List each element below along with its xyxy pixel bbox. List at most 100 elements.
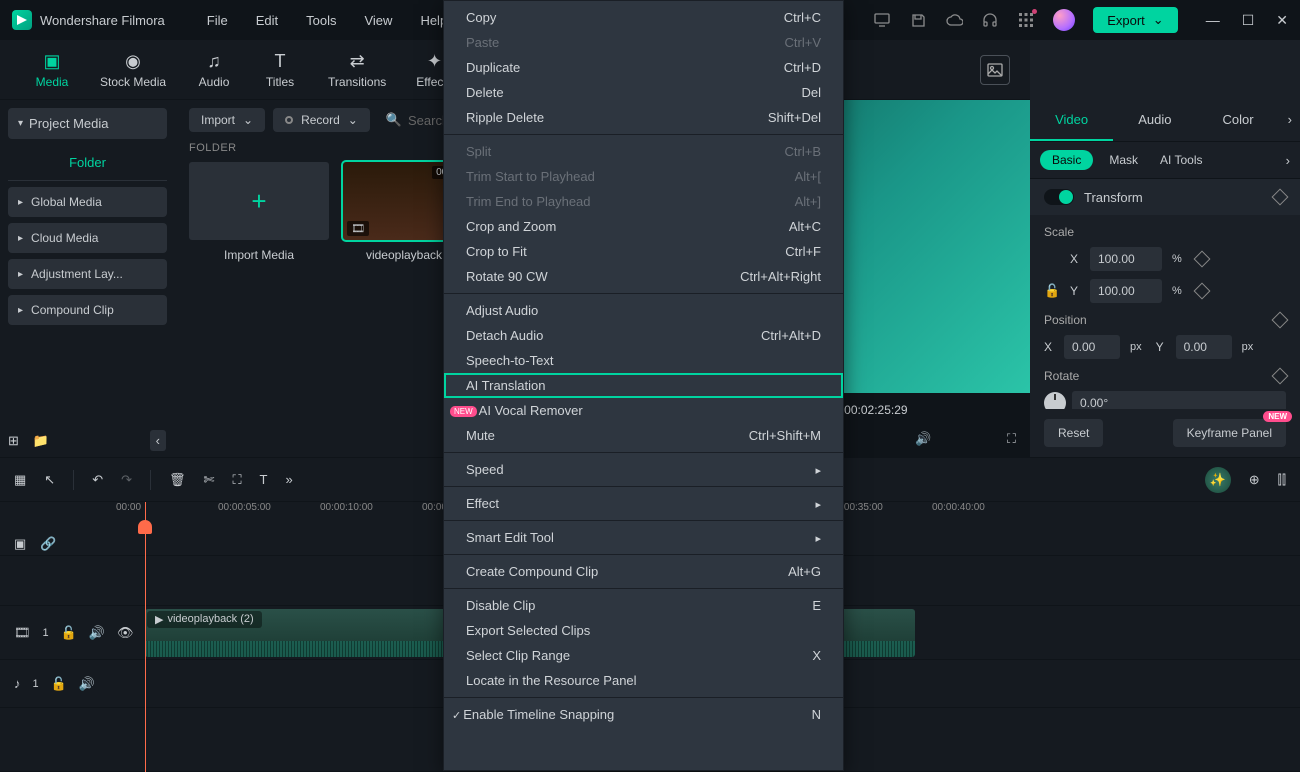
crop-icon[interactable]: ⛶ bbox=[232, 472, 241, 488]
device-icon[interactable] bbox=[873, 11, 891, 29]
ctx-create-compound-clip[interactable]: Create Compound ClipAlt+G bbox=[444, 559, 843, 584]
keyframe-icon[interactable] bbox=[1193, 251, 1210, 268]
ctx-ai-vocal-remover[interactable]: NEWAI Vocal Remover bbox=[444, 398, 843, 423]
ctx-effect[interactable]: Effect bbox=[444, 491, 843, 516]
ctx-detach-audio[interactable]: Detach AudioCtrl+Alt+D bbox=[444, 323, 843, 348]
ctx-enable-timeline-snapping[interactable]: Enable Timeline SnappingN bbox=[444, 702, 843, 727]
cursor-icon[interactable]: ↖ bbox=[44, 472, 55, 488]
ctx-duplicate[interactable]: DuplicateCtrl+D bbox=[444, 55, 843, 80]
link-icon[interactable]: 🔗 bbox=[40, 536, 56, 552]
mute-icon[interactable]: 🔊 bbox=[79, 676, 95, 692]
tab-audio[interactable]: ♫Audio bbox=[182, 45, 246, 95]
record-dropdown[interactable]: Record⌄ bbox=[273, 108, 370, 132]
scale-y-input[interactable] bbox=[1090, 279, 1162, 303]
keyframe-icon[interactable] bbox=[1272, 368, 1289, 385]
ctx-crop-and-zoom[interactable]: Crop and ZoomAlt+C bbox=[444, 214, 843, 239]
track-settings-icon[interactable]: ⫿⫿ bbox=[1278, 472, 1286, 488]
props-tab-audio[interactable]: Audio bbox=[1113, 100, 1196, 141]
folder-open-icon[interactable]: 📁 bbox=[33, 433, 49, 449]
ai-button[interactable]: ✨ bbox=[1205, 467, 1231, 493]
ctx-ai-translation[interactable]: AI Translation bbox=[444, 373, 843, 398]
add-folder-icon[interactable]: ⊞ bbox=[8, 433, 19, 449]
subtab-basic[interactable]: Basic bbox=[1040, 150, 1093, 170]
scale-x-input[interactable] bbox=[1090, 247, 1162, 271]
props-tab-video[interactable]: Video bbox=[1030, 100, 1113, 141]
menu-view[interactable]: View bbox=[350, 13, 406, 28]
keyframe-icon[interactable] bbox=[1193, 283, 1210, 300]
chevron-right-icon[interactable]: › bbox=[1280, 100, 1300, 141]
props-tab-color[interactable]: Color bbox=[1196, 100, 1279, 141]
keyframe-panel-button[interactable]: Keyframe Panel NEW bbox=[1173, 419, 1286, 447]
reset-button[interactable]: Reset bbox=[1044, 419, 1103, 447]
track-group-icon[interactable]: ▣ bbox=[14, 536, 26, 552]
apps-icon[interactable] bbox=[1017, 11, 1035, 29]
delete-icon[interactable]: 🗑 bbox=[169, 472, 186, 488]
import-media-tile[interactable]: + Import Media bbox=[189, 162, 329, 262]
ctx-select-clip-range[interactable]: Select Clip RangeX bbox=[444, 643, 843, 668]
folder-label[interactable]: Folder bbox=[8, 145, 167, 181]
headphones-icon[interactable] bbox=[981, 11, 999, 29]
mute-icon[interactable]: 🔊 bbox=[89, 625, 105, 641]
save-icon[interactable] bbox=[909, 11, 927, 29]
menu-edit[interactable]: Edit bbox=[242, 13, 292, 28]
tab-titles[interactable]: TTitles bbox=[248, 45, 312, 95]
keyframe-icon[interactable] bbox=[1272, 312, 1289, 329]
volume-icon[interactable]: 🔊 bbox=[915, 431, 931, 447]
grid-icon[interactable]: ▦ bbox=[14, 472, 26, 488]
cloud-icon[interactable] bbox=[945, 11, 963, 29]
ctx-mute[interactable]: MuteCtrl+Shift+M bbox=[444, 423, 843, 448]
sidebar-item-adjustment-layer[interactable]: ▸Adjustment Lay... bbox=[8, 259, 167, 289]
new-badge: NEW bbox=[1263, 411, 1292, 422]
text-icon[interactable]: T bbox=[260, 472, 268, 487]
properties-panel: Video Audio Color › Basic Mask AI Tools … bbox=[1030, 100, 1300, 457]
ctx-crop-to-fit[interactable]: Crop to FitCtrl+F bbox=[444, 239, 843, 264]
export-button[interactable]: Export⌄ bbox=[1093, 7, 1177, 33]
visibility-icon[interactable]: 👁 bbox=[117, 625, 134, 641]
ctx-delete[interactable]: DeleteDel bbox=[444, 80, 843, 105]
chevron-right-icon[interactable]: › bbox=[1286, 153, 1290, 168]
tab-transitions[interactable]: ⇄Transitions bbox=[314, 45, 400, 95]
pos-x-input[interactable] bbox=[1064, 335, 1120, 359]
undo-icon[interactable]: ↶ bbox=[92, 472, 103, 488]
ai-orb-icon[interactable] bbox=[1053, 9, 1075, 31]
keyframe-icon[interactable] bbox=[1272, 189, 1289, 206]
lock-icon[interactable]: 🔓 bbox=[51, 676, 67, 692]
subtab-mask[interactable]: Mask bbox=[1103, 150, 1144, 170]
pos-y-input[interactable] bbox=[1176, 335, 1232, 359]
more-icon[interactable]: » bbox=[286, 472, 293, 487]
ctx-copy[interactable]: CopyCtrl+C bbox=[444, 5, 843, 30]
import-dropdown[interactable]: Import⌄ bbox=[189, 108, 265, 132]
collapse-icon[interactable]: ‹ bbox=[150, 430, 166, 451]
sidebar-item-global-media[interactable]: ▸Global Media bbox=[8, 187, 167, 217]
context-menu: CopyCtrl+CPasteCtrl+VDuplicateCtrl+DDele… bbox=[443, 0, 844, 771]
close-button[interactable]: ✕ bbox=[1276, 12, 1288, 29]
ctx-speech-to-text[interactable]: Speech-to-Text bbox=[444, 348, 843, 373]
maximize-button[interactable]: ☐ bbox=[1242, 12, 1255, 29]
cut-icon[interactable]: ✄ bbox=[204, 472, 215, 488]
picture-icon[interactable] bbox=[980, 55, 1010, 85]
add-marker-icon[interactable]: ⊕ bbox=[1249, 472, 1260, 488]
ctx-adjust-audio[interactable]: Adjust Audio bbox=[444, 298, 843, 323]
ctx-smart-edit-tool[interactable]: Smart Edit Tool bbox=[444, 525, 843, 550]
ctx-locate-in-the-resource-panel[interactable]: Locate in the Resource Panel bbox=[444, 668, 843, 693]
lock-icon[interactable]: 🔓 bbox=[1044, 283, 1064, 299]
menu-tools[interactable]: Tools bbox=[292, 13, 350, 28]
sidebar-item-cloud-media[interactable]: ▸Cloud Media bbox=[8, 223, 167, 253]
sidebar-item-compound-clip[interactable]: ▸Compound Clip bbox=[8, 295, 167, 325]
tab-media[interactable]: ▣Media bbox=[20, 45, 84, 95]
subtab-ai-tools[interactable]: AI Tools bbox=[1154, 150, 1208, 170]
fullscreen-icon[interactable]: ⛶ bbox=[1007, 431, 1016, 447]
ctx-export-selected-clips[interactable]: Export Selected Clips bbox=[444, 618, 843, 643]
ctx-speed[interactable]: Speed bbox=[444, 457, 843, 482]
ctx-ripple-delete[interactable]: Ripple DeleteShift+Del bbox=[444, 105, 843, 130]
playhead[interactable] bbox=[145, 502, 146, 772]
project-media-header[interactable]: ▾Project Media bbox=[8, 108, 167, 139]
lock-icon[interactable]: 🔓 bbox=[61, 625, 77, 641]
ctx-disable-clip[interactable]: Disable ClipE bbox=[444, 593, 843, 618]
ctx-rotate-90-cw[interactable]: Rotate 90 CWCtrl+Alt+Right bbox=[444, 264, 843, 289]
tab-stock-media[interactable]: ◉Stock Media bbox=[86, 45, 180, 95]
minimize-button[interactable]: — bbox=[1206, 12, 1220, 29]
transform-toggle[interactable] bbox=[1044, 189, 1074, 205]
menu-file[interactable]: File bbox=[193, 13, 242, 28]
redo-icon[interactable]: ↷ bbox=[121, 472, 132, 488]
